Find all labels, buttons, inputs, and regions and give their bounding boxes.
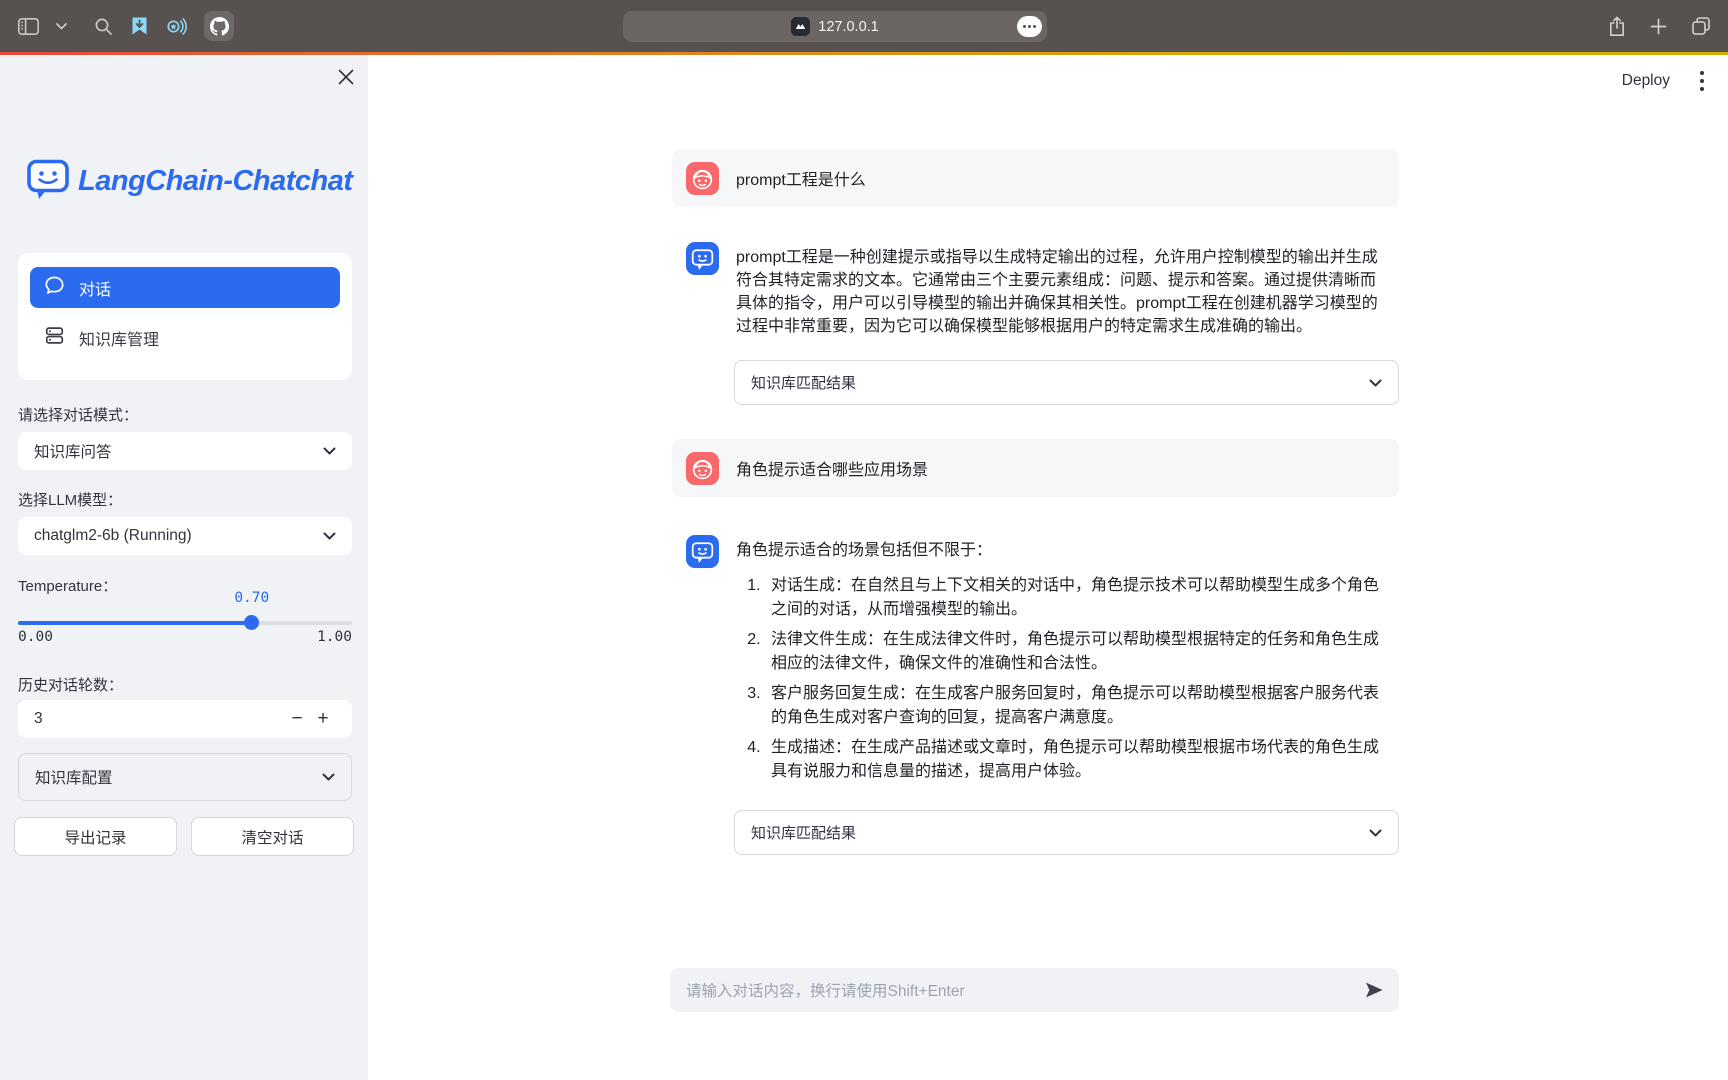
bookmark-extension-icon[interactable] xyxy=(130,16,149,36)
app-title: LangChain-Chatchat xyxy=(78,165,353,198)
send-icon[interactable] xyxy=(1363,979,1385,1001)
list-item: 生成描述：在生成产品描述或文章时，角色提示可以帮助模型根据市场代表的角色生成具有… xyxy=(765,736,1385,784)
history-value: 3 xyxy=(34,710,43,728)
nav-item-knowledge-base[interactable]: 知识库管理 xyxy=(30,317,340,358)
sidebar-toggle-icon[interactable] xyxy=(18,18,39,35)
chat-bubble-icon xyxy=(44,275,65,301)
assistant-intro: 角色提示适合的场景包括但不限于： xyxy=(736,542,992,559)
page: 127.0.0.1 LangChain-Chatchat 当 xyxy=(0,0,1728,1080)
assistant-avatar xyxy=(686,242,719,275)
history-label: 历史对话轮数： xyxy=(18,674,123,695)
kb-config-label: 知识库配置 xyxy=(35,766,113,788)
search-icon[interactable] xyxy=(94,17,113,36)
sidebar-chevron-down-icon[interactable] xyxy=(56,23,67,30)
llm-model-label: 选择LLM模型： xyxy=(18,489,122,510)
increment-button[interactable]: + xyxy=(310,708,336,730)
decrement-button[interactable]: − xyxy=(284,708,310,730)
app-header: Deploy xyxy=(1622,65,1708,97)
reader-extension-icon[interactable] xyxy=(166,17,187,36)
assistant-message-text: prompt工程是一种创建提示或指导以生成特定输出的过程，允许用户控制模型的输出… xyxy=(736,242,1385,338)
list-item: 客户服务回复生成：在生成客户服务回复时，角色提示可以帮助模型根据客户服务代表的角… xyxy=(765,682,1385,730)
llm-model-select[interactable]: chatglm2-6b (Running) xyxy=(18,517,352,555)
chevron-down-icon xyxy=(1369,824,1382,841)
kb-match-label: 知识库匹配结果 xyxy=(751,372,856,393)
new-tab-icon[interactable] xyxy=(1650,18,1667,35)
user-avatar xyxy=(686,452,719,485)
main-content: Deploy prompt工程是什么 prompt工程是一种创建提示或指导以生成… xyxy=(368,55,1728,1080)
clear-button[interactable]: 清空对话 xyxy=(191,817,354,856)
export-button[interactable]: 导出记录 xyxy=(14,817,177,856)
sidebar: LangChain-Chatchat 当前版本：v0.2.4 对话 知识库管理 … xyxy=(0,55,368,1080)
slider-thumb[interactable] xyxy=(244,615,259,630)
list-item: 法律文件生成：在生成法律文件时，角色提示可以帮助模型根据特定的任务和角色生成相应… xyxy=(765,628,1385,676)
github-icon[interactable] xyxy=(204,11,234,41)
assistant-message: 角色提示适合的场景包括但不限于： 对话生成：在自然且与上下文相关的对话中，角色提… xyxy=(672,535,1399,790)
dialog-mode-select[interactable]: 知识库问答 xyxy=(18,432,352,470)
user-message: 角色提示适合哪些应用场景 xyxy=(672,439,1399,497)
chat-input-placeholder: 请输入对话内容，换行请使用Shift+Enter xyxy=(686,979,965,1001)
user-message-text: 角色提示适合哪些应用场景 xyxy=(736,456,928,480)
kb-match-label: 知识库匹配结果 xyxy=(751,822,856,843)
temperature-value: 0.70 xyxy=(220,590,284,606)
kebab-icon[interactable] xyxy=(1696,67,1708,95)
temperature-label: Temperature： xyxy=(18,575,117,596)
slider-min: 0.00 xyxy=(18,629,53,645)
scenario-list: 对话生成：在自然且与上下文相关的对话中，角色提示技术可以帮助模型生成多个角色之间… xyxy=(736,574,1385,784)
user-avatar xyxy=(686,162,719,195)
chevron-down-icon xyxy=(323,442,336,460)
page-options-icon[interactable] xyxy=(1017,16,1042,37)
user-message: prompt工程是什么 xyxy=(672,149,1399,207)
slider-max: 1.00 xyxy=(317,629,352,645)
chevron-down-icon xyxy=(322,768,335,786)
app-logo: LangChain-Chatchat xyxy=(26,158,353,205)
chevron-down-icon xyxy=(1369,374,1382,391)
sidebar-close-icon[interactable] xyxy=(335,66,357,88)
assistant-message-text: 角色提示适合的场景包括但不限于： 对话生成：在自然且与上下文相关的对话中，角色提… xyxy=(736,535,1385,790)
kb-match-expander[interactable]: 知识库匹配结果 xyxy=(734,810,1399,855)
toolbar-right-group xyxy=(1608,0,1711,52)
chat-input[interactable]: 请输入对话内容，换行请使用Shift+Enter xyxy=(670,968,1399,1012)
history-number-input[interactable]: 3 − + xyxy=(18,700,352,738)
chat-column: prompt工程是什么 prompt工程是一种创建提示或指导以生成特定输出的过程… xyxy=(672,55,1399,855)
assistant-avatar xyxy=(686,535,719,568)
address-bar[interactable]: 127.0.0.1 xyxy=(623,11,1047,42)
knowledge-base-icon xyxy=(44,325,65,351)
url-host: 127.0.0.1 xyxy=(818,19,878,35)
llm-model-value: chatglm2-6b (Running) xyxy=(34,527,192,545)
share-icon[interactable] xyxy=(1608,16,1626,37)
kb-config-expander[interactable]: 知识库配置 xyxy=(18,753,352,801)
nav-card: 对话 知识库管理 xyxy=(18,253,352,380)
list-item: 对话生成：在自然且与上下文相关的对话中，角色提示技术可以帮助模型生成多个角色之间… xyxy=(765,574,1385,622)
sidebar-buttons: 导出记录 清空对话 xyxy=(14,817,354,856)
user-message-text: prompt工程是什么 xyxy=(736,166,866,190)
kb-match-expander[interactable]: 知识库匹配结果 xyxy=(734,360,1399,405)
toolbar-left-group xyxy=(18,0,234,52)
nav-item-dialogue[interactable]: 对话 xyxy=(30,267,340,308)
assistant-message: prompt工程是一种创建提示或指导以生成特定输出的过程，允许用户控制模型的输出… xyxy=(672,242,1399,338)
chevron-down-icon xyxy=(323,527,336,545)
logo-chat-icon xyxy=(26,158,70,205)
nav-item-label: 知识库管理 xyxy=(79,326,159,350)
tabs-overview-icon[interactable] xyxy=(1691,16,1711,36)
browser-toolbar: 127.0.0.1 xyxy=(0,0,1728,52)
dialog-mode-value: 知识库问答 xyxy=(34,440,112,462)
slider-fill xyxy=(18,621,252,625)
nav-item-label: 对话 xyxy=(79,276,111,300)
deploy-button[interactable]: Deploy xyxy=(1622,72,1670,90)
slider-minmax: 0.00 1.00 xyxy=(18,629,352,645)
streamlit-favicon xyxy=(791,17,810,36)
dialog-mode-label: 请选择对话模式： xyxy=(18,404,138,425)
